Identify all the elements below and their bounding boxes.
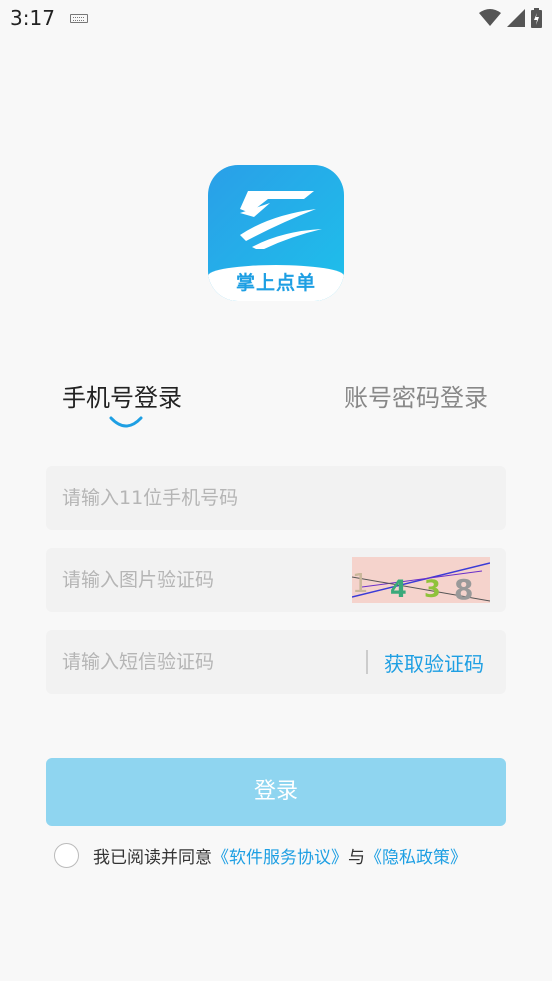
- wifi-icon: [479, 9, 501, 26]
- status-icons: [479, 8, 542, 28]
- phone-input[interactable]: [62, 466, 342, 530]
- logo-text: 掌上点单: [235, 272, 316, 294]
- captcha-image[interactable]: 1 4 3 8: [352, 557, 490, 603]
- status-bar: 3:17: [0, 0, 552, 38]
- keyboard-icon: [70, 14, 88, 23]
- tab-phone-login[interactable]: 手机号登录: [62, 378, 182, 413]
- tab-account-login[interactable]: 账号密码登录: [344, 378, 488, 413]
- get-code-button[interactable]: 获取验证码: [384, 648, 484, 677]
- captcha-char: 8: [454, 573, 473, 603]
- signal-icon: [507, 9, 525, 27]
- sms-field: 获取验证码: [46, 630, 506, 694]
- logo-mark-icon: [240, 191, 322, 249]
- app-logo: 掌上点单: [208, 165, 344, 301]
- agree-checkbox[interactable]: [54, 842, 79, 868]
- captcha-input[interactable]: [62, 548, 342, 612]
- captcha-field: 1 4 3 8: [46, 548, 506, 612]
- battery-icon: [531, 8, 542, 28]
- tab-indicator: [109, 416, 143, 428]
- terms-link[interactable]: 《软件服务协议》: [212, 843, 348, 868]
- agreement-prefix: 我已阅读并同意: [93, 847, 212, 868]
- captcha-char: 3: [424, 575, 441, 603]
- agreement-and: 与: [348, 847, 365, 868]
- phone-field: [46, 466, 506, 530]
- captcha-char: 1: [352, 569, 369, 599]
- divider: [366, 650, 368, 674]
- captcha-char: 4: [390, 575, 407, 603]
- sms-code-input[interactable]: [62, 630, 342, 694]
- agreement-row: 我已阅读并同意 《软件服务协议》 与 《隐私政策》: [54, 842, 467, 868]
- login-button[interactable]: 登录: [46, 758, 506, 826]
- status-time: 3:17: [10, 6, 55, 30]
- privacy-link[interactable]: 《隐私政策》: [365, 843, 467, 868]
